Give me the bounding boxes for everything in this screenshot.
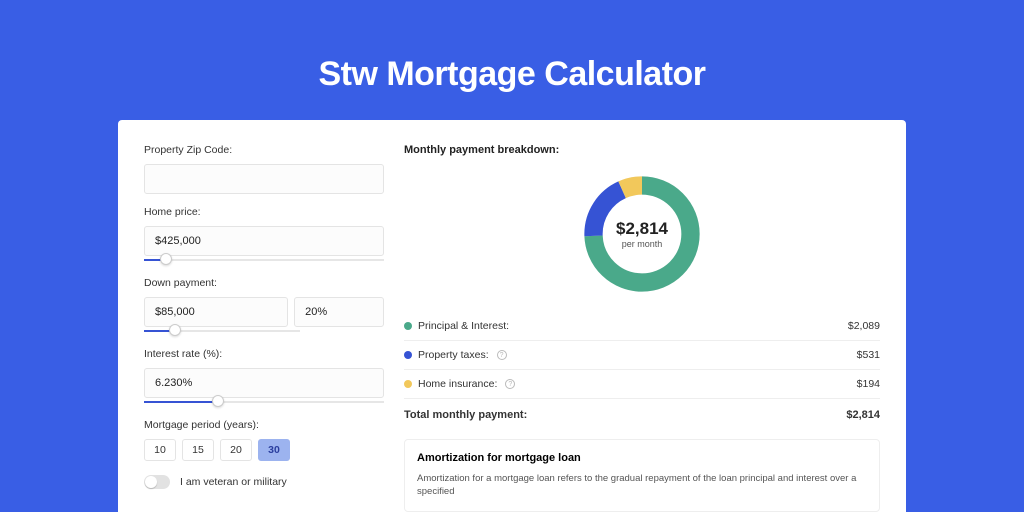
down-payment-percent-input[interactable] <box>294 297 384 327</box>
toggle-knob <box>145 476 157 488</box>
legend-left: Home insurance:? <box>404 378 515 390</box>
amortization-box: Amortization for mortgage loan Amortizat… <box>404 439 880 512</box>
period-option-10[interactable]: 10 <box>144 439 176 461</box>
total-label: Total monthly payment: <box>404 409 527 421</box>
down-payment-field: Down payment: <box>144 277 384 336</box>
breakdown-column: Monthly payment breakdown: $2,814 per mo… <box>404 144 880 512</box>
zip-input[interactable] <box>144 164 384 194</box>
home-price-label: Home price: <box>144 206 384 218</box>
zip-field: Property Zip Code: <box>144 144 384 194</box>
zip-label: Property Zip Code: <box>144 144 384 156</box>
legend-row: Home insurance:? $194 <box>404 370 880 398</box>
legend-value: $531 <box>857 349 880 361</box>
period-option-30[interactable]: 30 <box>258 439 290 461</box>
home-price-input[interactable] <box>144 226 384 256</box>
amortization-title: Amortization for mortgage loan <box>417 452 867 464</box>
total-row: Total monthly payment: $2,814 <box>404 399 880 431</box>
legend: Principal & Interest: $2,089 Property taxe… <box>404 312 880 398</box>
home-price-slider[interactable] <box>144 255 384 265</box>
legend-label: Property taxes: <box>418 349 489 361</box>
down-payment-amount-input[interactable] <box>144 297 288 327</box>
period-option-15[interactable]: 15 <box>182 439 214 461</box>
legend-left: Principal & Interest: <box>404 320 509 332</box>
slider-thumb[interactable] <box>160 253 172 265</box>
legend-row: Principal & Interest: $2,089 <box>404 312 880 340</box>
total-value: $2,814 <box>846 409 880 421</box>
donut-chart: $2,814 per month <box>578 170 706 298</box>
down-payment-slider[interactable] <box>144 326 300 336</box>
donut-center: $2,814 per month <box>578 170 706 298</box>
legend-label: Home insurance: <box>418 378 497 390</box>
legend-dot <box>404 322 412 330</box>
mortgage-period-field: Mortgage period (years): 10 15 20 30 <box>144 419 384 461</box>
info-icon[interactable]: ? <box>497 350 507 360</box>
legend-dot <box>404 380 412 388</box>
slider-track <box>144 259 384 261</box>
info-icon[interactable]: ? <box>505 379 515 389</box>
donut-sub: per month <box>622 239 663 249</box>
interest-rate-field: Interest rate (%): <box>144 348 384 407</box>
interest-rate-label: Interest rate (%): <box>144 348 384 360</box>
home-price-field: Home price: <box>144 206 384 265</box>
legend-value: $2,089 <box>848 320 880 332</box>
slider-thumb[interactable] <box>169 324 181 336</box>
slider-fill <box>144 401 218 403</box>
legend-row: Property taxes:? $531 <box>404 341 880 369</box>
interest-rate-slider[interactable] <box>144 397 384 407</box>
breakdown-title: Monthly payment breakdown: <box>404 144 880 156</box>
amortization-text: Amortization for a mortgage loan refers … <box>417 472 867 499</box>
down-payment-label: Down payment: <box>144 277 384 289</box>
page-title: Stw Mortgage Calculator <box>318 55 705 94</box>
period-option-20[interactable]: 20 <box>220 439 252 461</box>
interest-rate-input[interactable] <box>144 368 384 398</box>
calculator-card: Property Zip Code: Home price: Down paym… <box>118 120 906 512</box>
form-column: Property Zip Code: Home price: Down paym… <box>144 144 384 512</box>
donut-amount: $2,814 <box>616 219 668 239</box>
donut-chart-wrap: $2,814 per month <box>404 170 880 298</box>
period-options: 10 15 20 30 <box>144 439 384 461</box>
legend-dot <box>404 351 412 359</box>
legend-value: $194 <box>857 378 880 390</box>
legend-left: Property taxes:? <box>404 349 507 361</box>
veteran-toggle[interactable] <box>144 475 170 489</box>
legend-label: Principal & Interest: <box>418 320 509 332</box>
veteran-row: I am veteran or military <box>144 475 384 489</box>
veteran-label: I am veteran or military <box>180 476 287 488</box>
slider-thumb[interactable] <box>212 395 224 407</box>
mortgage-period-label: Mortgage period (years): <box>144 419 384 431</box>
